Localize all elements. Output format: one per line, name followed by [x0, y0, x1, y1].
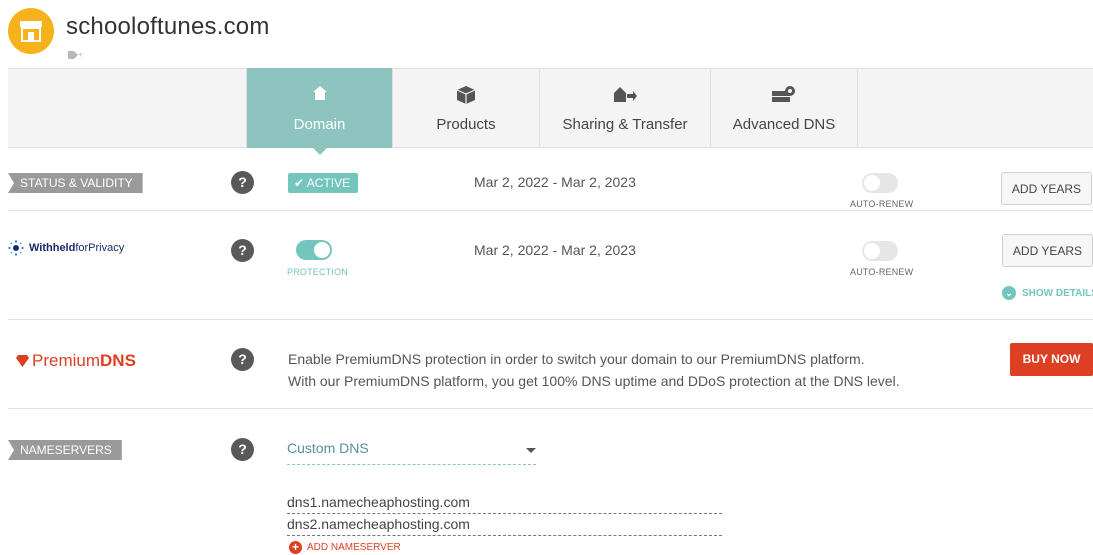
help-icon[interactable]: ?: [231, 171, 254, 194]
check-icon: ✔: [294, 176, 305, 190]
status-badge: ✔ ACTIVE: [288, 173, 359, 193]
status-validity-label: STATUS & VALIDITY: [8, 173, 143, 193]
brand-suffix: forPrivacy: [75, 242, 125, 254]
tag-plus-icon[interactable]: +: [67, 49, 83, 64]
svg-text:+: +: [78, 50, 83, 59]
auto-renew-label: AUTO-RENEW: [850, 267, 914, 277]
help-icon[interactable]: ?: [231, 348, 254, 371]
premium-line-2: With our PremiumDNS platform, you get 10…: [288, 373, 900, 389]
nameserver-type-select[interactable]: Custom DNS: [287, 440, 536, 465]
nameservers-label: NAMESERVERS: [8, 440, 122, 460]
protection-toggle[interactable]: [296, 240, 332, 260]
brand-prefix: Premium: [32, 351, 101, 370]
premium-line-1: Enable PremiumDNS protection in order to…: [288, 351, 865, 367]
caret-down-icon: [526, 448, 536, 453]
home-icon: [247, 85, 392, 105]
chevron-down-icon: ⌄: [1002, 286, 1016, 300]
brand-suffix: DNS: [100, 351, 136, 370]
tab-products[interactable]: Products: [392, 68, 539, 148]
show-details-link[interactable]: ⌄ SHOW DETAILS: [1002, 286, 1093, 300]
privacy-dates: Mar 2, 2022 - Mar 2, 2023: [474, 242, 636, 258]
tab-domain[interactable]: Domain: [246, 68, 392, 155]
status-badge-text: ACTIVE: [306, 176, 351, 190]
nameserver-2-input[interactable]: dns2.namecheaphosting.com: [287, 514, 722, 536]
brand-prefix: Withheld: [29, 242, 76, 254]
selected-value: Custom DNS: [287, 440, 369, 456]
domain-title: schooloftunes.com: [66, 13, 270, 40]
divider: [8, 319, 1093, 320]
toggle-knob: [864, 175, 880, 191]
auto-renew-toggle[interactable]: [862, 173, 898, 193]
add-years-button[interactable]: ADD YEARS: [1002, 234, 1093, 267]
auto-renew-label: AUTO-RENEW: [850, 199, 914, 209]
help-icon[interactable]: ?: [231, 438, 254, 461]
add-nameserver-button[interactable]: + ADD NAMESERVER: [289, 541, 401, 554]
buy-now-button[interactable]: BUY NOW: [1010, 343, 1093, 376]
tab-label: Sharing & Transfer: [562, 116, 688, 133]
protection-label: PROTECTION: [287, 267, 349, 277]
add-years-button[interactable]: ADD YEARS: [1001, 172, 1092, 205]
site-logo: [8, 8, 54, 54]
privacy-burst-icon: [8, 240, 24, 256]
diamond-icon: [16, 355, 29, 367]
divider: [8, 210, 1093, 211]
tab-label: Advanced DNS: [732, 116, 836, 133]
withheld-for-privacy-logo: Withheld forPrivacy: [8, 240, 124, 256]
tab-label: Products: [436, 116, 496, 133]
server-gear-icon: [711, 85, 857, 105]
storefront-icon: [20, 21, 42, 42]
premium-dns-logo: Premium DNS: [16, 351, 136, 371]
help-icon[interactable]: ?: [231, 239, 254, 262]
show-details-text: SHOW DETAILS: [1022, 287, 1093, 299]
box-icon: [393, 85, 539, 105]
toggle-knob: [864, 243, 880, 259]
nameserver-1-input[interactable]: dns1.namecheaphosting.com: [287, 492, 722, 514]
tab-sharing-transfer[interactable]: Sharing & Transfer: [539, 68, 710, 148]
toggle-knob: [314, 242, 330, 258]
plus-icon: +: [289, 541, 302, 554]
tab-advanced-dns[interactable]: Advanced DNS: [710, 68, 858, 148]
premium-dns-description: Enable PremiumDNS protection in order to…: [288, 348, 900, 392]
add-nameserver-text: ADD NAMESERVER: [307, 542, 401, 553]
share-arrow-icon: [540, 85, 710, 105]
validity-dates: Mar 2, 2022 - Mar 2, 2023: [474, 174, 636, 190]
divider: [8, 408, 1093, 409]
tab-label: Domain: [293, 116, 346, 133]
auto-renew-toggle[interactable]: [862, 241, 898, 261]
